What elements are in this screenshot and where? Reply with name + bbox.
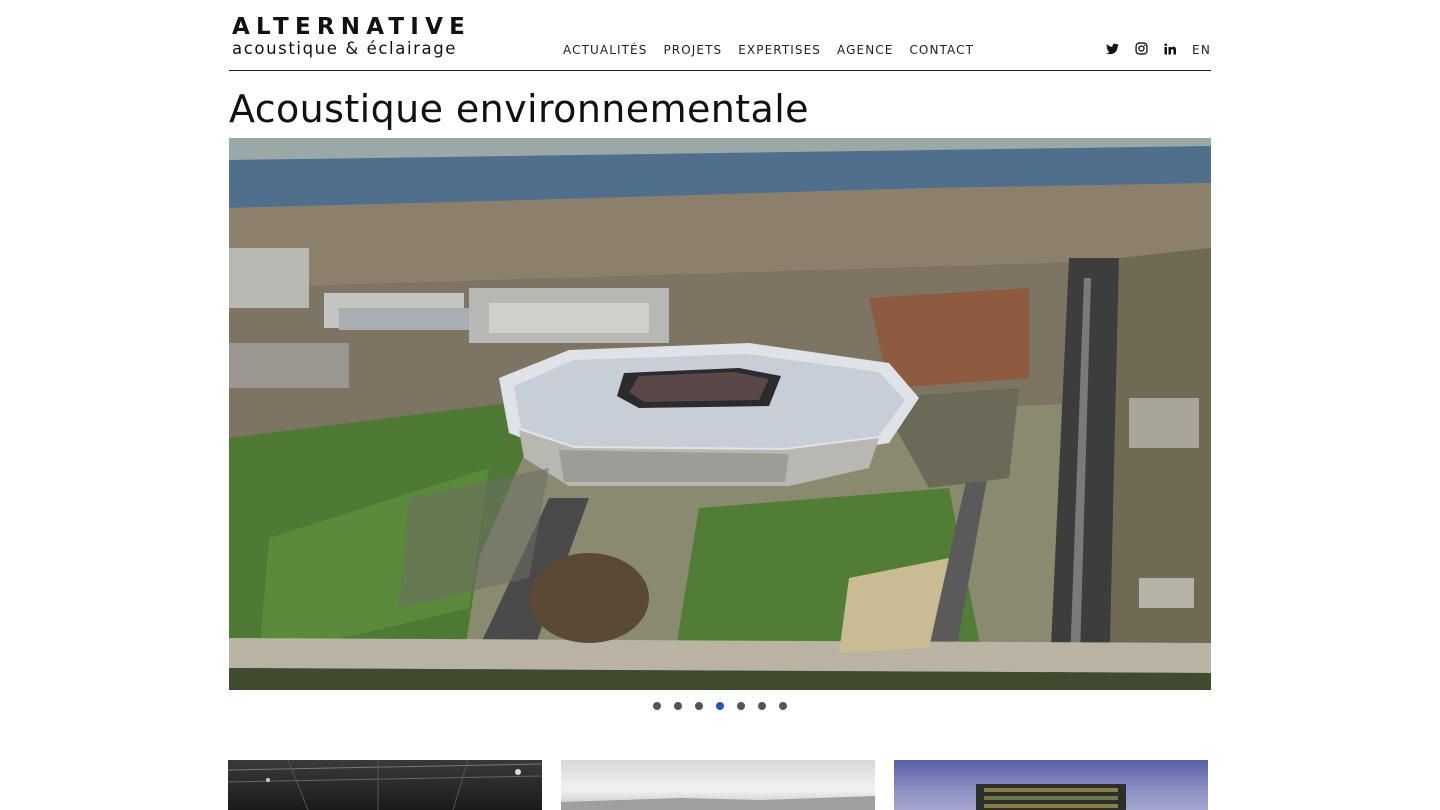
- logo-subtitle: acoustique & éclairage: [232, 39, 458, 58]
- social-links: EN: [1105, 40, 1211, 57]
- slider-dot-5[interactable]: [737, 702, 745, 710]
- page-title: Acoustique environnementale: [229, 87, 809, 131]
- thumbnail-2-image: [561, 796, 875, 810]
- nav-item-projets[interactable]: PROJETS: [663, 43, 722, 57]
- site-header: ALTERNATIVE acoustique & éclairage ACTUA…: [229, 0, 1211, 71]
- thumbnail-1-image: [228, 760, 542, 810]
- slider-pagination: [653, 702, 800, 710]
- nav-item-contact[interactable]: CONTACT: [909, 43, 974, 57]
- language-switch[interactable]: EN: [1192, 43, 1211, 57]
- slider-dot-1[interactable]: [653, 702, 661, 710]
- hero-slide-image[interactable]: [229, 138, 1211, 690]
- twitter-icon[interactable]: [1105, 42, 1119, 56]
- nav-item-actualites[interactable]: ACTUALITÉS: [563, 43, 647, 57]
- slider-dot-4-active[interactable]: [716, 702, 724, 710]
- thumbnail-3-image: [976, 784, 1126, 810]
- slider-dot-7[interactable]: [779, 702, 787, 710]
- nav-item-agence[interactable]: AGENCE: [837, 43, 893, 57]
- logo[interactable]: ALTERNATIVE acoustique & éclairage: [232, 14, 471, 58]
- main-nav: ACTUALITÉS PROJETS EXPERTISES AGENCE CON…: [563, 43, 990, 57]
- linkedin-icon[interactable]: [1163, 42, 1177, 56]
- slider-dot-2[interactable]: [674, 702, 682, 710]
- slider-dot-6[interactable]: [758, 702, 766, 710]
- instagram-icon[interactable]: [1134, 42, 1148, 56]
- project-thumbnail-2[interactable]: [561, 760, 875, 810]
- slider-dot-3[interactable]: [695, 702, 703, 710]
- logo-title: ALTERNATIVE: [232, 14, 471, 40]
- project-thumbnail-3[interactable]: [894, 760, 1208, 810]
- aerial-stadium-illustration: [229, 138, 1211, 690]
- nav-item-expertises[interactable]: EXPERTISES: [738, 43, 821, 57]
- project-thumbnail-1[interactable]: [228, 760, 542, 810]
